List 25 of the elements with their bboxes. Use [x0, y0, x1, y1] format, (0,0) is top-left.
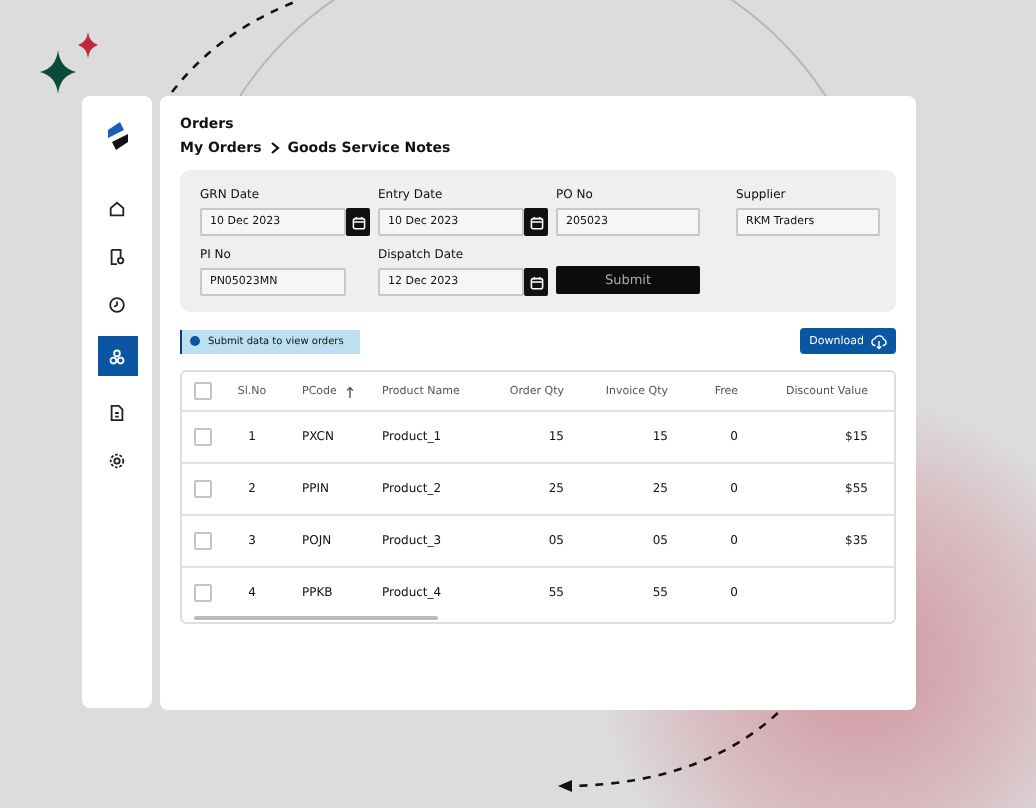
calendar-button[interactable] [524, 208, 548, 236]
horizontal-scrollbar[interactable] [194, 616, 438, 620]
info-dot-icon [190, 336, 200, 346]
row-checkbox[interactable] [194, 480, 212, 498]
star-icon [40, 50, 76, 94]
clock-icon [108, 295, 126, 313]
document-search-icon [108, 247, 126, 265]
settings-icon [108, 451, 126, 469]
home-icon [108, 199, 126, 217]
chevron-right-icon [269, 142, 280, 154]
calendar-icon [351, 215, 365, 229]
row-checkbox[interactable] [194, 584, 212, 602]
row-checkbox[interactable] [194, 428, 212, 446]
sidebar-item[interactable] [97, 336, 137, 376]
people-icon [108, 347, 126, 365]
sort-arrow-icon [346, 385, 355, 397]
calendar-icon [529, 215, 543, 229]
document-icon [108, 403, 126, 421]
calendar-button[interactable] [346, 208, 370, 236]
calendar-icon [529, 275, 543, 289]
select-all-checkbox[interactable] [194, 382, 212, 400]
calendar-button[interactable] [524, 268, 548, 296]
cloud-download-icon [870, 333, 888, 349]
sparkle-icon [78, 32, 98, 58]
row-checkbox[interactable] [194, 532, 212, 550]
